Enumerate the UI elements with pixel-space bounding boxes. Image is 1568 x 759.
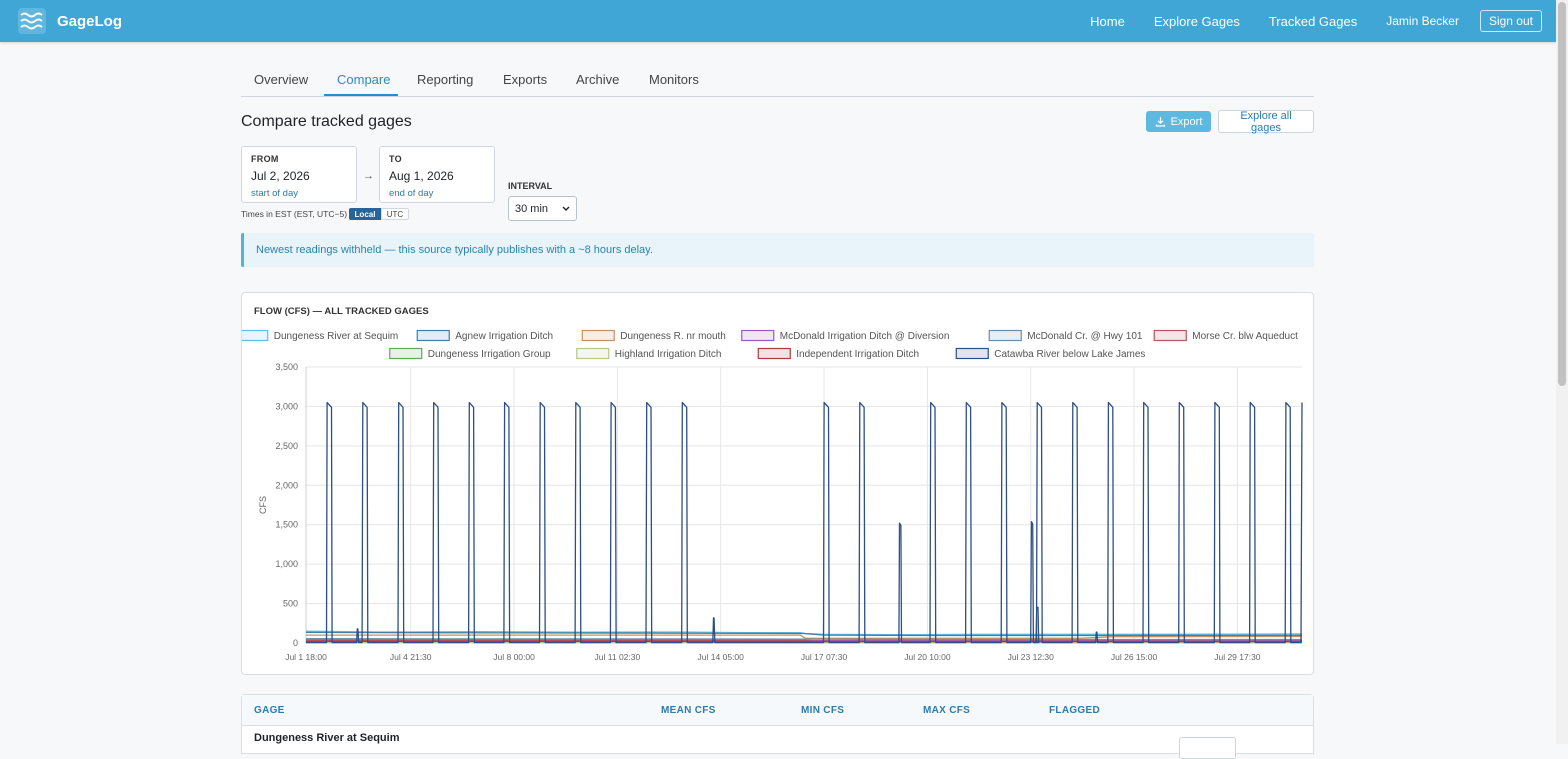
page-scrollbar[interactable] (1556, 0, 1568, 744)
sign-out-button[interactable]: Sign out (1480, 10, 1542, 32)
main-nav: Home Explore Gages Tracked Gages Jamin B… (1090, 0, 1556, 42)
legend-label[interactable]: Dungeness Irrigation Group (428, 349, 551, 360)
legend-swatch[interactable] (742, 331, 774, 341)
section-tabs: Overview Compare Reporting Exports Archi… (241, 62, 1314, 97)
flow-chart-card: FLOW (CFS) — ALL TRACKED GAGES 05001,000… (241, 292, 1314, 675)
waves-logo-icon[interactable] (18, 8, 46, 34)
legend-swatch[interactable] (989, 331, 1021, 341)
y-tick-label: 3,000 (275, 401, 298, 411)
to-date-value: Aug 1, 2026 (389, 169, 454, 183)
legend-label[interactable]: Independent Irrigation Ditch (796, 349, 919, 360)
legend-label[interactable]: Catawba River below Lake James (994, 349, 1145, 360)
legend-label[interactable]: Dungeness River at Sequim (274, 331, 399, 342)
nav-tracked-gages-link[interactable]: Tracked Gages (1269, 14, 1357, 29)
col-min-cfs[interactable]: MIN CFS (801, 705, 844, 716)
chevron-down-icon (562, 206, 570, 212)
legend-label[interactable]: Dungeness R. nr mouth (620, 331, 726, 342)
legend-swatch[interactable] (417, 331, 449, 341)
nav-home-link[interactable]: Home (1090, 14, 1125, 29)
y-tick-label: 3,500 (275, 362, 298, 372)
tab-exports[interactable]: Exports (503, 72, 547, 87)
interval-label: INTERVAL (508, 181, 552, 191)
tab-reporting[interactable]: Reporting (417, 72, 473, 87)
interval-value: 30 min (515, 203, 548, 215)
row-action-button[interactable] (1179, 737, 1236, 759)
legend-swatch[interactable] (390, 349, 422, 359)
series-line[interactable] (306, 403, 1302, 643)
y-tick-label: 500 (283, 599, 298, 609)
x-tick-label: Jul 20 10:00 (904, 652, 951, 662)
legend-label[interactable]: Agnew Irrigation Ditch (455, 331, 553, 342)
from-date-hint: start of day (251, 188, 298, 199)
page-title: Compare tracked gages (241, 113, 412, 131)
tab-overview[interactable]: Overview (254, 72, 308, 87)
tz-utc-toggle[interactable]: UTC (381, 208, 409, 220)
to-label: TO (389, 154, 402, 164)
tz-local-toggle[interactable]: Local (349, 208, 381, 220)
interval-select[interactable]: 30 min (508, 196, 577, 221)
legend-swatch[interactable] (956, 349, 988, 359)
x-tick-label: Jul 11 02:30 (595, 652, 641, 662)
x-tick-label: Jul 8 00:00 (493, 652, 535, 662)
active-tab-indicator (324, 94, 398, 96)
y-axis-label: CFS (258, 496, 268, 514)
nav-explore-gages-link[interactable]: Explore Gages (1154, 14, 1240, 29)
legend-label[interactable]: Highland Irrigation Ditch (615, 349, 722, 360)
y-tick-label: 0 (293, 638, 298, 648)
gage-stats-table: GAGE MEAN CFS MIN CFS MAX CFS FLAGGED Du… (241, 694, 1314, 754)
user-name[interactable]: Jamin Becker (1386, 14, 1459, 28)
series-line[interactable] (306, 639, 1302, 640)
delay-notice-text: Newest readings withheld — this source t… (256, 244, 653, 256)
y-tick-label: 2,000 (275, 480, 298, 490)
download-icon (1155, 116, 1166, 127)
from-label: FROM (251, 154, 279, 164)
to-date-hint: end of day (389, 188, 433, 199)
legend-swatch[interactable] (1154, 331, 1186, 341)
x-tick-label: Jul 14 05:00 (698, 652, 745, 662)
y-tick-label: 1,500 (275, 520, 298, 530)
delay-notice: Newest readings withheld — this source t… (241, 233, 1314, 267)
x-tick-label: Jul 4 21:30 (390, 652, 432, 662)
y-tick-label: 1,000 (275, 559, 298, 569)
tab-archive[interactable]: Archive (576, 72, 619, 87)
explore-all-gages-button[interactable]: Explore all gages (1218, 110, 1314, 133)
from-date-picker[interactable]: FROM Jul 2, 2026 start of day (241, 146, 357, 203)
tab-compare[interactable]: Compare (337, 72, 390, 87)
x-tick-label: Jul 29 17:30 (1214, 652, 1261, 662)
from-date-value: Jul 2, 2026 (251, 169, 310, 183)
y-tick-label: 2,500 (275, 441, 298, 451)
legend-swatch[interactable] (577, 349, 609, 359)
x-tick-label: Jul 26 15:00 (1111, 652, 1158, 662)
legend-swatch[interactable] (242, 331, 268, 341)
legend-swatch[interactable] (582, 331, 614, 341)
col-max-cfs[interactable]: MAX CFS (923, 705, 970, 716)
col-mean-cfs[interactable]: MEAN CFS (661, 705, 716, 716)
scrollbar-thumb[interactable] (1558, 2, 1566, 386)
legend-label[interactable]: McDonald Irrigation Ditch @ Diversion (780, 331, 950, 342)
legend-label[interactable]: Morse Cr. blw Aqueduct (1192, 331, 1298, 342)
x-tick-label: Jul 1 18:00 (285, 652, 327, 662)
export-button[interactable]: Export (1146, 111, 1211, 132)
range-arrow: → (363, 170, 374, 182)
col-flagged[interactable]: FLAGGED (1049, 705, 1100, 716)
col-gage[interactable]: GAGE (254, 705, 285, 716)
legend-swatch[interactable] (758, 349, 790, 359)
timezone-text: Times in EST (EST, UTC−5) (241, 209, 347, 219)
x-tick-label: Jul 23 12:30 (1008, 652, 1055, 662)
export-label: Export (1171, 116, 1203, 128)
tab-monitors[interactable]: Monitors (649, 72, 699, 87)
to-date-picker[interactable]: TO Aug 1, 2026 end of day (379, 146, 495, 203)
flow-chart[interactable]: 0 500 1,000 1,500 2,000 2,500 3,000 3,500 Jul 1 … (242, 293, 1313, 674)
brand-name[interactable]: GageLog (57, 13, 122, 30)
top-navbar: GageLog Home Explore Gages Tracked Gages… (0, 0, 1556, 42)
row-gage-name[interactable]: Dungeness River at Sequim (254, 732, 400, 744)
table-header: GAGE MEAN CFS MIN CFS MAX CFS FLAGGED (242, 695, 1313, 726)
x-tick-label: Jul 17 07:30 (801, 652, 848, 662)
legend-label[interactable]: McDonald Cr. @ Hwy 101 (1027, 331, 1143, 342)
